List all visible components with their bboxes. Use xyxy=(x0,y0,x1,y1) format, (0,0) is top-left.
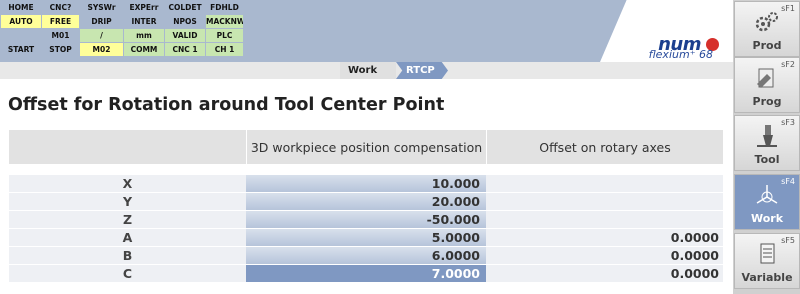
header-position-compensation: 3D workpiece position compensation xyxy=(246,130,486,164)
position-value[interactable]: 10.000 xyxy=(246,175,486,192)
axis-label: B xyxy=(9,247,246,264)
gears-icon xyxy=(753,10,781,34)
axis-label: A xyxy=(9,229,246,246)
table-row[interactable]: Y 20.000 xyxy=(9,193,723,210)
table-row[interactable]: X 10.000 xyxy=(9,175,723,192)
status-cell: AUTO xyxy=(1,15,41,28)
status-cell xyxy=(1,29,41,42)
header-axis xyxy=(9,130,246,164)
table-row[interactable]: C 7.0000 0.0000 xyxy=(9,265,723,282)
document-icon xyxy=(753,242,781,266)
axis-label: Y xyxy=(9,193,246,210)
status-cell: mm xyxy=(124,29,164,42)
status-cell: PLC xyxy=(206,29,243,42)
status-grid: HOME CNC? SYSWr EXPErr COLDET FDHLD AUTO FREE DR… xyxy=(1,1,243,56)
softkey-sidebar: sF1 Prod sF2 Prog sF3 Tool sF4 Work sF5 Variable xyxy=(733,0,800,294)
status-cell: NPOS xyxy=(165,15,205,28)
table-row[interactable]: Z -50.000 xyxy=(9,211,723,228)
status-cell: COLDET xyxy=(165,1,205,14)
status-cell: SYSWr xyxy=(80,1,123,14)
softkey-label: Tool xyxy=(754,153,780,166)
axis-label: X xyxy=(9,175,246,192)
flexium-logo: flexium⁺ 68 xyxy=(648,48,713,61)
softkey-label: Prod xyxy=(752,39,782,52)
rotary-offset-value[interactable]: 0.0000 xyxy=(486,247,723,264)
program-icon xyxy=(753,66,781,90)
softkey-label: Variable xyxy=(741,271,793,284)
position-value[interactable]: 7.0000 xyxy=(246,265,486,282)
page-title: Offset for Rotation around Tool Center P… xyxy=(8,95,445,115)
axes-icon xyxy=(753,183,781,207)
status-cell: STOP xyxy=(42,43,79,56)
status-header: HOME CNC? SYSWr EXPErr COLDET FDHLD AUTO FREE DR… xyxy=(0,0,733,62)
rotary-offset-value[interactable]: 0.0000 xyxy=(486,229,723,246)
softkey-tool[interactable]: sF3 Tool xyxy=(734,115,800,171)
status-cell: START xyxy=(1,43,41,56)
table-row[interactable]: A 5.0000 0.0000 xyxy=(9,229,723,246)
status-cell: HOME xyxy=(1,1,41,14)
softkey-number: sF5 xyxy=(781,236,795,245)
axis-label: Z xyxy=(9,211,246,228)
status-cell: CH 1 xyxy=(206,43,243,56)
offset-table: X 10.000 Y 20.000 Z -50.000 A 5.0000 0.0000 B 6.00… xyxy=(9,175,723,283)
tool-icon xyxy=(753,124,781,148)
status-cell: CNC? xyxy=(42,1,79,14)
status-cell: VALID xyxy=(165,29,205,42)
rotary-offset-value[interactable] xyxy=(486,211,723,228)
status-cell: EXPErr xyxy=(124,1,164,14)
status-cell: CNC 1 xyxy=(165,43,205,56)
position-value[interactable]: -50.000 xyxy=(246,211,486,228)
breadcrumb: Work RTCP xyxy=(0,62,733,79)
table-header: 3D workpiece position compensation Offse… xyxy=(9,130,723,164)
softkey-label: Work xyxy=(750,212,784,225)
softkey-number: sF3 xyxy=(781,118,795,127)
rotary-offset-value[interactable] xyxy=(486,193,723,210)
softkey-work[interactable]: sF4 Work xyxy=(734,174,800,230)
status-cell: MACKNW xyxy=(206,15,243,28)
status-cell: DRIP xyxy=(80,15,123,28)
softkey-number: sF1 xyxy=(781,4,795,13)
status-cell: FREE xyxy=(42,15,79,28)
header-rotary-offset: Offset on rotary axes xyxy=(486,130,723,164)
position-value[interactable]: 20.000 xyxy=(246,193,486,210)
position-value[interactable]: 6.0000 xyxy=(246,247,486,264)
softkey-label: Prog xyxy=(752,95,782,108)
logo-area: num flexium⁺ 68 xyxy=(600,0,733,62)
softkey-number: sF2 xyxy=(781,60,795,69)
rotary-offset-value[interactable] xyxy=(486,175,723,192)
position-value[interactable]: 5.0000 xyxy=(246,229,486,246)
table-row[interactable]: B 6.0000 0.0000 xyxy=(9,247,723,264)
status-cell: M01 xyxy=(42,29,79,42)
status-cell: COMM xyxy=(124,43,164,56)
softkey-prog[interactable]: sF2 Prog xyxy=(734,57,800,113)
status-cell: FDHLD xyxy=(206,1,243,14)
rotary-offset-value[interactable]: 0.0000 xyxy=(486,265,723,282)
status-cell: M02 xyxy=(80,43,123,56)
breadcrumb-work[interactable]: Work xyxy=(340,62,396,79)
breadcrumb-rtcp[interactable]: RTCP xyxy=(396,62,448,79)
softkey-variable[interactable]: sF5 Variable xyxy=(734,233,800,289)
status-cell: INTER xyxy=(124,15,164,28)
softkey-number: sF4 xyxy=(781,177,795,186)
axis-label: C xyxy=(9,265,246,282)
status-cell: / xyxy=(80,29,123,42)
softkey-prod[interactable]: sF1 Prod xyxy=(734,1,800,57)
